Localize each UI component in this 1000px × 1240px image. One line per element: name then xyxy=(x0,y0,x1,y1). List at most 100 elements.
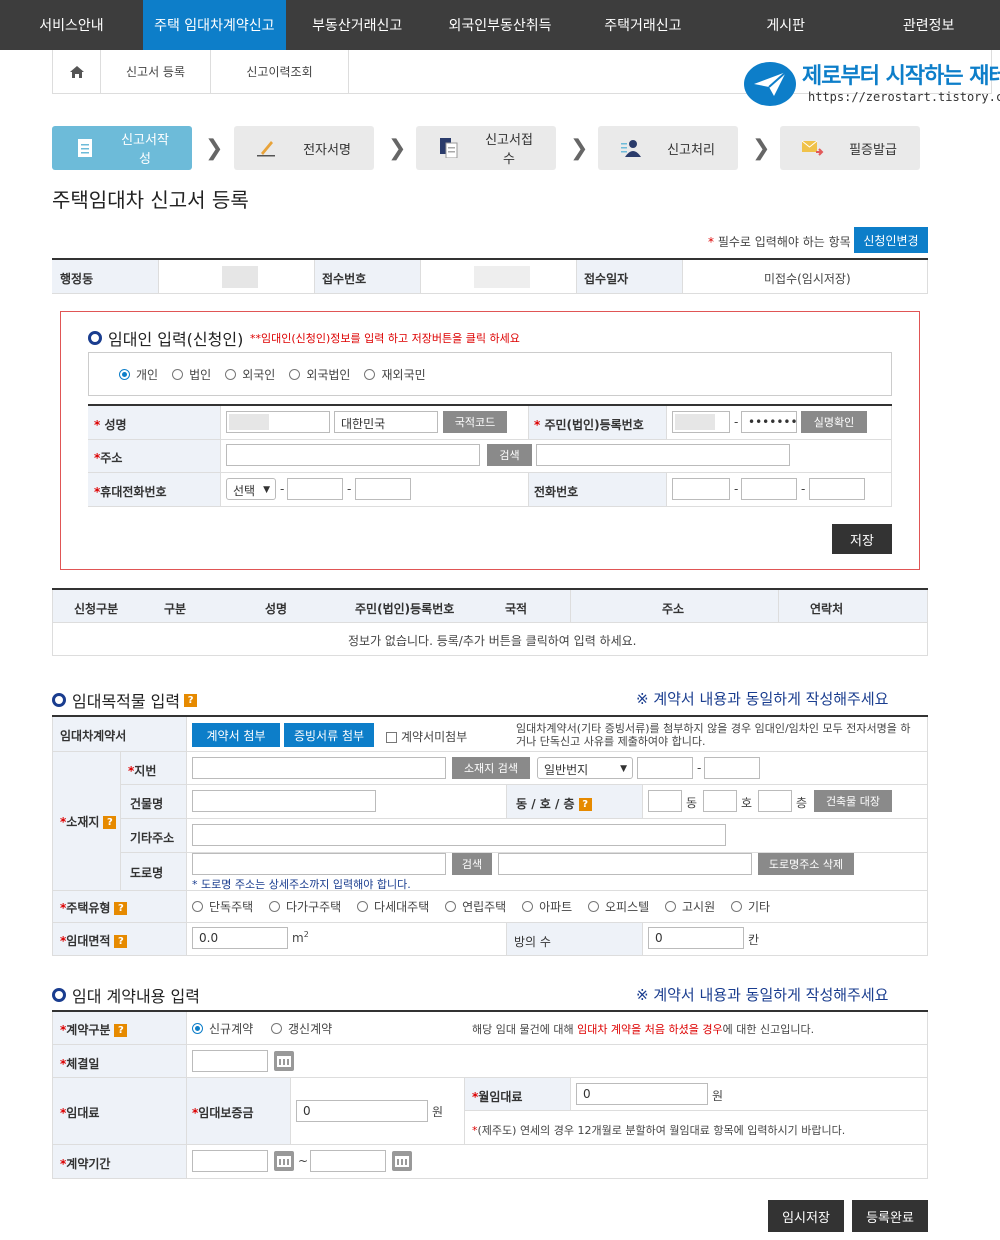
help-icon[interactable]: ? xyxy=(578,798,592,811)
nav-housing-report[interactable]: 주택거래신고 xyxy=(571,0,714,50)
phone-last-input[interactable] xyxy=(809,478,865,500)
rent-label: *임대료 xyxy=(60,1106,100,1120)
contract-type-label: *계약구분? xyxy=(60,1021,128,1038)
monthly-rent-input[interactable]: 0 xyxy=(576,1083,708,1105)
lot-main-input[interactable] xyxy=(637,757,693,779)
rooms-input[interactable]: 0 xyxy=(648,927,744,949)
mobile-prefix-select[interactable]: 선택 ▼ xyxy=(226,478,276,500)
breadcrumb-register[interactable]: 신고서 등록 xyxy=(101,50,211,93)
nav-lease-report[interactable]: 주택 임대차계약신고 xyxy=(142,0,286,50)
col-name: 성명 xyxy=(265,602,288,616)
attach-contract-button[interactable]: 계약서 첨부 xyxy=(192,723,280,747)
contract-period-label: *계약기간 xyxy=(60,1157,111,1171)
circle-bullet-icon xyxy=(88,331,102,345)
mobile-mid-input[interactable] xyxy=(287,478,343,500)
location-search-button[interactable]: 소재지 검색 xyxy=(452,757,530,779)
mobile-last-input[interactable] xyxy=(355,478,411,500)
housing-goshiwon-radio[interactable]: 고시원 xyxy=(665,898,715,915)
step-label: 전자서명 xyxy=(303,142,351,158)
address-search-button[interactable]: 검색 xyxy=(487,444,532,466)
help-icon[interactable]: ? xyxy=(114,935,128,948)
verify-name-button[interactable]: 실명확인 xyxy=(801,411,867,433)
road-address-note: * 도로명 주소는 상세주소까지 입력해야 합니다. xyxy=(192,878,411,891)
deposit-label: *임대보증금 xyxy=(192,1106,254,1120)
renewal-contract-radio[interactable]: 갱신계약 xyxy=(271,1020,332,1037)
temp-save-button[interactable]: 임시저장 xyxy=(768,1200,844,1232)
housing-multiplex-radio[interactable]: 다세대주택 xyxy=(357,898,429,915)
nav-service-info[interactable]: 서비스안내 xyxy=(0,0,143,50)
housing-row-house-radio[interactable]: 연립주택 xyxy=(445,898,506,915)
road-address-input[interactable] xyxy=(192,853,446,875)
type-foreigner-radio[interactable]: 외국인 xyxy=(225,366,275,383)
address-input[interactable] xyxy=(226,444,480,466)
phone-mid-input[interactable] xyxy=(741,478,797,500)
type-individual-radio[interactable]: 개인 xyxy=(119,366,158,383)
lot-sub-input[interactable] xyxy=(704,757,760,779)
attach-evidence-button[interactable]: 증빙서류 첨부 xyxy=(284,723,374,747)
lot-address-input[interactable] xyxy=(192,757,446,779)
no-contract-checkbox[interactable]: 계약서미첨부 xyxy=(386,728,467,745)
building-registry-button[interactable]: 건축물 대장 xyxy=(814,790,892,812)
document-icon xyxy=(74,137,96,159)
nationality-input[interactable]: 대한민국 xyxy=(334,411,438,433)
nav-board[interactable]: 게시판 xyxy=(714,0,857,50)
ho-input[interactable] xyxy=(703,790,737,812)
envelope-arrow-icon xyxy=(802,137,824,159)
step-certificate: 필증발급 xyxy=(780,126,920,170)
building-name-input[interactable] xyxy=(192,790,376,812)
period-end-input[interactable] xyxy=(310,1150,386,1172)
calendar-icon[interactable] xyxy=(392,1151,412,1171)
type-foreign-corp-radio[interactable]: 외국법인 xyxy=(289,366,350,383)
mobile-label: *휴대전화번호 xyxy=(94,485,167,499)
dong-ho-floor-label: 동 / 호 / 층? xyxy=(516,795,592,812)
complete-registration-button[interactable]: 등록완료 xyxy=(852,1200,928,1232)
breadcrumb-history[interactable]: 신고이력조회 xyxy=(211,50,349,93)
floor-input[interactable] xyxy=(758,790,792,812)
receipt-date-value: 미접수(임시저장) xyxy=(764,272,851,286)
lot-type-select[interactable]: 일반번지 ▼ xyxy=(537,757,633,779)
road-address-delete-button[interactable]: 도로명주소 삭제 xyxy=(758,853,854,875)
deposit-input[interactable]: 0 xyxy=(296,1100,428,1122)
other-address-input[interactable] xyxy=(192,824,726,846)
type-corporation-radio[interactable]: 법인 xyxy=(172,366,211,383)
name-input[interactable] xyxy=(226,411,330,433)
help-icon[interactable]: ? xyxy=(103,816,117,829)
nav-related-info[interactable]: 관련정보 xyxy=(857,0,1000,50)
calendar-icon[interactable] xyxy=(274,1051,294,1071)
housing-apartment-radio[interactable]: 아파트 xyxy=(522,898,572,915)
help-icon[interactable]: ? xyxy=(184,693,198,707)
lease-area-input[interactable]: 0.0 xyxy=(192,927,288,949)
signed-date-input[interactable] xyxy=(192,1050,268,1072)
admin-dong-label: 행정동 xyxy=(60,272,94,286)
address-detail-input[interactable] xyxy=(536,444,790,466)
road-detail-input[interactable] xyxy=(498,853,752,875)
building-name-label: 건물명 xyxy=(130,797,164,811)
save-button[interactable]: 저장 xyxy=(832,524,892,554)
type-overseas-korean-radio[interactable]: 재외국민 xyxy=(364,366,426,383)
rrn-first-input[interactable] xyxy=(672,411,730,433)
dong-input[interactable] xyxy=(648,790,682,812)
housing-detached-radio[interactable]: 단독주택 xyxy=(192,898,253,915)
change-applicant-button[interactable]: 신청인변경 xyxy=(854,227,928,253)
contract-section-title: 임대 계약내용 입력 xyxy=(52,983,200,1007)
calendar-icon[interactable] xyxy=(274,1151,294,1171)
nav-foreigner-acquisition[interactable]: 외국인부동산취득 xyxy=(429,0,572,50)
housing-other-radio[interactable]: 기타 xyxy=(730,898,770,915)
road-search-button[interactable]: 검색 xyxy=(452,853,492,875)
new-contract-radio[interactable]: 신규계약 xyxy=(192,1020,253,1037)
country-code-button[interactable]: 국적코드 xyxy=(443,411,507,433)
period-start-input[interactable] xyxy=(192,1150,268,1172)
nav-real-estate-report[interactable]: 부동산거래신고 xyxy=(286,0,429,50)
housing-officetel-radio[interactable]: 오피스텔 xyxy=(588,898,649,915)
housing-multi-family-radio[interactable]: 다가구주택 xyxy=(269,898,341,915)
home-icon[interactable] xyxy=(53,50,101,93)
area-unit: m2 xyxy=(292,930,309,945)
property-section-title: 임대목적물 입력? xyxy=(52,688,198,712)
document-receive-icon xyxy=(438,137,460,159)
step-process: 신고처리 xyxy=(598,126,738,170)
help-icon[interactable]: ? xyxy=(114,1024,128,1037)
phone-first-input[interactable] xyxy=(672,478,730,500)
applicant-section-title: 임대인 입력(신청인) xyxy=(88,326,243,350)
help-icon[interactable]: ? xyxy=(114,902,128,915)
rrn-second-input[interactable]: ••••••• xyxy=(741,411,797,433)
